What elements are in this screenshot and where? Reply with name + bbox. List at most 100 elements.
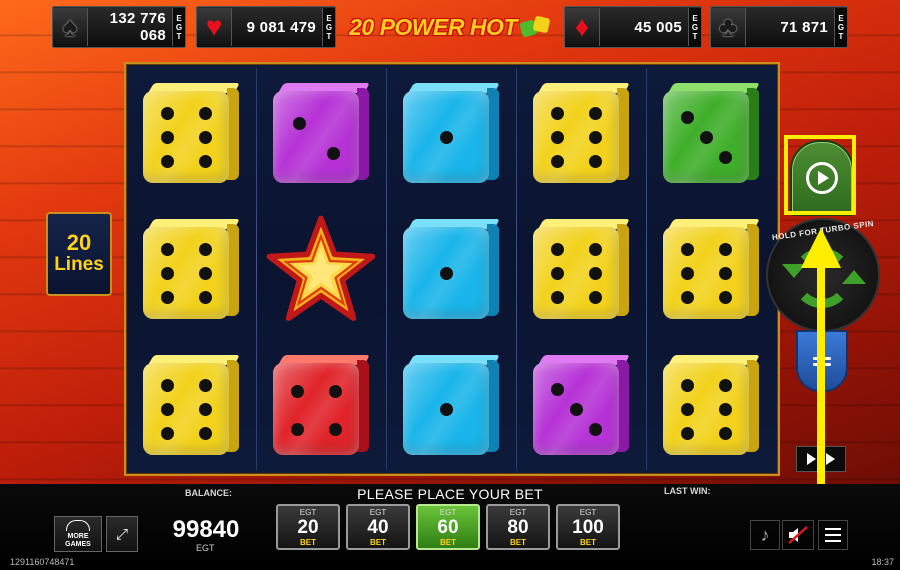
- music-button[interactable]: ♪: [750, 520, 780, 550]
- reel-cell: [256, 202, 386, 338]
- bet-button-100[interactable]: EGT 100 BET: [556, 504, 620, 550]
- annotation-arrow-head: [801, 228, 841, 268]
- jackpot-bar: ♠ 132 776 068 EGT ♥ 9 081 479 EGT 20 POW…: [52, 6, 848, 48]
- reel-cell: [256, 66, 386, 202]
- die-cyan-1: [403, 83, 500, 185]
- reel-separator: [646, 68, 647, 470]
- die-yellow-6: [663, 219, 760, 321]
- die-red-4: [273, 355, 370, 457]
- menu-icon: [825, 528, 841, 530]
- reel-separator: [256, 68, 257, 470]
- egt-tag: EGT: [172, 8, 185, 46]
- die-purple-2: [273, 83, 370, 185]
- more-games-button[interactable]: MORE GAMES: [54, 516, 102, 552]
- bet-label: BET: [300, 538, 316, 547]
- annotation-highlight-box: [784, 135, 856, 215]
- bet-label: BET: [580, 538, 596, 547]
- sound-muted-icon: [788, 526, 808, 544]
- last-win-label: LAST WIN:: [664, 486, 711, 496]
- die-yellow-6: [143, 355, 240, 457]
- menu-button[interactable]: [818, 520, 848, 550]
- sound-button[interactable]: [782, 520, 814, 550]
- die-yellow-6: [533, 219, 630, 321]
- star-symbol: [266, 215, 376, 321]
- reel-cell: [516, 202, 646, 338]
- reel-cell: [646, 338, 776, 474]
- bet-value: 80: [507, 517, 529, 538]
- reel-3: [386, 64, 516, 474]
- reel-cell: [386, 338, 516, 474]
- status-message: PLEASE PLACE YOUR BET: [357, 486, 543, 502]
- game-logo: 20 POWER HOT: [340, 10, 560, 44]
- spade-icon: ♠: [53, 8, 88, 46]
- logo-dice-icon: [519, 15, 551, 39]
- bet-button-20[interactable]: EGT 20 BET: [276, 504, 340, 550]
- reel-4: [516, 64, 646, 474]
- heart-icon: ♥: [197, 8, 232, 46]
- egt-tag: EGT: [688, 8, 701, 46]
- die-yellow-6: [143, 219, 240, 321]
- lines-count: 20: [66, 230, 92, 255]
- reel-1: [126, 64, 256, 474]
- reel-cell: [126, 66, 256, 202]
- game-title: 20 POWER HOT: [349, 13, 517, 40]
- bet-button-60[interactable]: EGT 60 BET: [416, 504, 480, 550]
- reel-cell: [126, 338, 256, 474]
- reel-2: [256, 64, 386, 474]
- reel-cell: [256, 338, 386, 474]
- reel-cell: [386, 66, 516, 202]
- music-note-icon: ♪: [760, 524, 770, 545]
- game-stage: ♠ 132 776 068 EGT ♥ 9 081 479 EGT 20 POW…: [0, 0, 900, 562]
- jackpot-amount: 71 871: [780, 18, 828, 36]
- more-games-label: MORE GAMES: [65, 532, 91, 548]
- reel-cell: [516, 338, 646, 474]
- bet-value: 100: [572, 517, 604, 538]
- die-green-3: [663, 83, 760, 185]
- reel-cell: [646, 66, 776, 202]
- club-icon: ♣: [711, 8, 746, 46]
- reel-5: [646, 64, 776, 474]
- jackpot-amount: 132 776 068: [109, 10, 166, 44]
- jackpot-heart: ♥ 9 081 479 EGT: [196, 6, 336, 48]
- balance-label: BALANCE:: [185, 488, 232, 498]
- reel-cell: [126, 202, 256, 338]
- bottom-panel: PLEASE PLACE YOUR BET BALANCE: LAST WIN:…: [0, 484, 900, 570]
- lines-label: Lines: [54, 254, 104, 275]
- die-cyan-1: [403, 355, 500, 457]
- bet-label: BET: [440, 538, 456, 547]
- bet-label: BET: [370, 538, 386, 547]
- bet-button-40[interactable]: EGT 40 BET: [346, 504, 410, 550]
- bet-value: 60: [437, 517, 459, 538]
- jackpot-club: ♣ 71 871 EGT: [710, 6, 848, 48]
- reel-separator: [516, 68, 517, 470]
- reel-cell: [386, 202, 516, 338]
- die-yellow-6: [143, 83, 240, 185]
- reel-separator: [386, 68, 387, 470]
- die-purple-3: [533, 355, 630, 457]
- balance-currency: EGT: [196, 543, 215, 553]
- egt-tag: EGT: [834, 8, 847, 46]
- diamond-icon: ♦: [565, 8, 600, 46]
- fullscreen-icon: ⤢: [115, 525, 128, 543]
- bet-button-80[interactable]: EGT 80 BET: [486, 504, 550, 550]
- autoplay-icon: [807, 453, 816, 465]
- more-games-icon: [66, 519, 90, 531]
- bet-value: 40: [367, 517, 389, 538]
- bet-value: 20: [297, 517, 319, 538]
- die-yellow-6: [663, 355, 760, 457]
- bet-label: BET: [510, 538, 526, 547]
- egt-tag: EGT: [322, 8, 335, 46]
- die-cyan-1: [403, 219, 500, 321]
- reel-area: [124, 62, 780, 476]
- balance-value: 99840: [172, 516, 240, 543]
- fullscreen-button[interactable]: ⤢: [106, 516, 138, 552]
- jackpot-amount: 9 081 479: [246, 18, 316, 36]
- clock: 18:37: [871, 557, 894, 567]
- jackpot-spade: ♠ 132 776 068 EGT: [52, 6, 186, 48]
- ticket-id: 1291160748471: [10, 557, 75, 567]
- jackpot-amount: 45 005: [634, 18, 682, 36]
- lines-indicator: 20 Lines: [46, 212, 112, 296]
- turbo-arrow-icon: [842, 270, 866, 284]
- reel-cell: [646, 202, 776, 338]
- die-yellow-6: [533, 83, 630, 185]
